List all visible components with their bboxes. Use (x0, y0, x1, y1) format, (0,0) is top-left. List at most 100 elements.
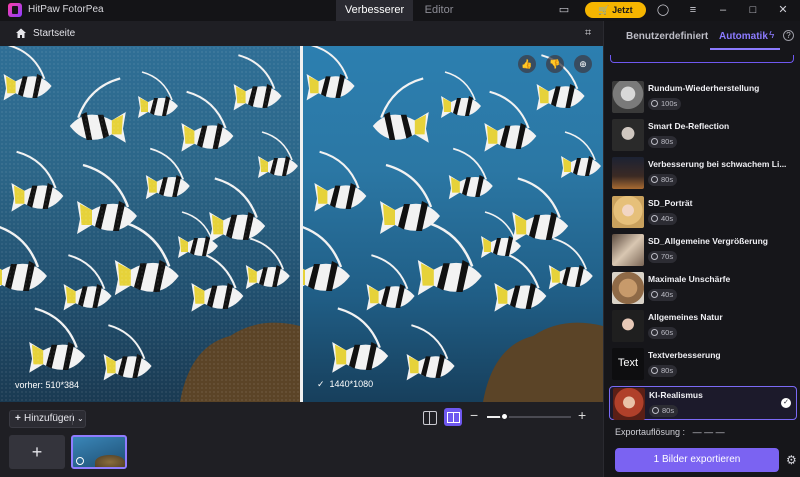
thumbs-up-icon[interactable]: 👍 (518, 55, 536, 73)
gear-icon[interactable]: ⚙ (786, 453, 797, 467)
model-time-badge: 80s (648, 136, 678, 149)
crop-icon[interactable]: ⌗ (585, 27, 597, 39)
comparison-canvas[interactable]: 👍 👎 ⊕ vorher: 510*384 ✓ 1440*1080 (0, 46, 603, 402)
model-item[interactable]: Text Textverbesserung 80s (609, 347, 797, 381)
export-resolution-value: — — — (692, 427, 725, 437)
after-resolution-value: 1440*1080 (329, 379, 374, 389)
buy-button[interactable]: 🛒 Jetzt kaufen (585, 2, 646, 31)
image-toolbar: Startseite ⌗ (0, 21, 603, 46)
zoom-slider[interactable] (487, 412, 571, 421)
fish-shape (314, 150, 367, 212)
bottom-bar: + Hinzufügen ⌄ − + + (0, 402, 603, 477)
tab-custom[interactable]: Benutzerdefiniert (626, 31, 708, 42)
model-name: Maximale Unschärfe (648, 274, 731, 284)
fish-shape (366, 254, 415, 311)
title-bar: HitPaw FotorPea Verbesserer Editor ▭ 🛒 J… (0, 0, 800, 31)
bolt-icon: ϟ (769, 30, 775, 41)
minimize-icon[interactable]: – (716, 3, 730, 17)
model-time-value: 80s (661, 175, 674, 185)
thumbs-down-icon[interactable]: 👎 (546, 55, 564, 73)
model-name: Verbesserung bei schwachem Li... (648, 159, 787, 170)
model-item[interactable]: Smart De-Reflection 80s (609, 118, 797, 152)
clock-icon (651, 138, 658, 146)
model-name: Rundum-Wiederherstellung (648, 83, 760, 93)
model-thumbnail: Text (612, 348, 644, 381)
zoom-in-icon[interactable]: + (578, 407, 586, 423)
check-icon: ✓ (781, 397, 791, 408)
zoom-in-icon[interactable]: ⊕ (574, 55, 592, 73)
model-thumbnail (613, 387, 645, 420)
after-resolution: ✓ 1440*1080 (317, 379, 374, 389)
model-name: Allgemeines Natur (648, 312, 723, 323)
fish-shape (441, 71, 481, 118)
fish-shape (406, 324, 455, 381)
model-item[interactable]: Maximale Unschärfe 40s (609, 271, 797, 305)
before-resolution: vorher: 510*384 (15, 380, 80, 390)
clock-icon (651, 214, 658, 222)
menu-icon[interactable]: ≡ (686, 3, 700, 17)
clock-icon (76, 457, 84, 465)
model-item[interactable]: Verbesserung bei schwachem Li... 80s (609, 156, 797, 190)
home-link[interactable]: Startseite (33, 28, 75, 39)
model-thumbnail-text: Text (617, 357, 639, 370)
export-button[interactable]: 1 Bilder exportieren (615, 448, 779, 472)
model-time-value: 80s (661, 366, 674, 376)
model-thumbnail (612, 119, 644, 152)
model-item[interactable]: Allgemeines Natur 60s (609, 309, 797, 343)
export-resolution[interactable]: Exportauflösung : — — — (615, 427, 725, 437)
model-time-badge: 80s (648, 174, 678, 187)
add-files-button[interactable]: + Hinzufügen ⌄ (9, 410, 86, 428)
zoom-out-icon[interactable]: − (470, 407, 478, 423)
clock-icon (651, 252, 658, 260)
tab-editor[interactable]: Editor (413, 0, 465, 21)
chevron-down-icon[interactable]: ⌄ (77, 411, 84, 427)
model-thumbnail (612, 310, 644, 343)
model-panel: Benutzerdefiniert Automatik ϟ ? Rundum-W… (603, 21, 800, 477)
fish-shape (484, 90, 537, 152)
active-tab-indicator (710, 48, 780, 50)
model-time-value: 40s (661, 213, 674, 223)
model-thumbnail (612, 157, 644, 190)
model-time-badge: 40s (648, 212, 678, 225)
model-thumbnail (612, 272, 644, 304)
zoom-slider-handle[interactable] (499, 412, 509, 421)
model-time-badge: 60s (648, 327, 678, 340)
model-time-value: 70s (661, 251, 674, 261)
split-view-icon[interactable] (423, 411, 437, 425)
model-name: Textverbesserung (648, 350, 721, 361)
app-logo (8, 3, 22, 17)
help-icon[interactable]: ? (783, 30, 794, 41)
model-time-badge: 100s (648, 98, 682, 110)
model-item[interactable]: SD_Porträt 40s (609, 195, 797, 229)
side-by-side-view-icon[interactable] (444, 408, 462, 426)
message-icon[interactable]: ▭ (557, 3, 571, 17)
model-time-badge: 70s (648, 250, 678, 263)
clock-icon (651, 100, 658, 107)
model-name: SD_Allgemeine Vergrößerung (648, 235, 768, 246)
scrolled-item-edge (610, 55, 794, 63)
model-item[interactable]: SD_Allgemeine Vergrößerung 70s (609, 233, 797, 267)
model-time-badge: 80s (649, 404, 679, 417)
maximize-icon[interactable]: □ (746, 3, 760, 17)
model-time-badge: 40s (648, 289, 678, 301)
model-thumbnail (612, 195, 644, 228)
fish-shape (512, 177, 569, 243)
clock-icon (651, 291, 658, 298)
model-item[interactable]: Rundum-Wiederherstellung 100s (609, 80, 797, 114)
fish-shape (306, 46, 355, 101)
fish-shape (372, 77, 429, 143)
image-thumbnail[interactable] (71, 435, 127, 469)
account-icon[interactable]: ◯ (656, 3, 670, 17)
tab-enhancer[interactable]: Verbesserer (336, 0, 413, 21)
model-name: Smart De-Reflection (648, 121, 730, 132)
close-icon[interactable]: ✕ (776, 3, 790, 17)
app-title: HitPaw FotorPea (28, 4, 104, 15)
export-resolution-label: Exportauflösung : (615, 427, 686, 437)
home-icon[interactable] (15, 27, 27, 39)
tab-automatic[interactable]: Automatik (719, 31, 768, 42)
add-image-tile[interactable]: + (9, 435, 65, 469)
model-thumbnail (612, 233, 644, 266)
clock-icon (651, 367, 658, 375)
model-thumbnail (612, 81, 644, 113)
model-item[interactable]: KI-Realismus 80s ✓ (609, 385, 797, 420)
